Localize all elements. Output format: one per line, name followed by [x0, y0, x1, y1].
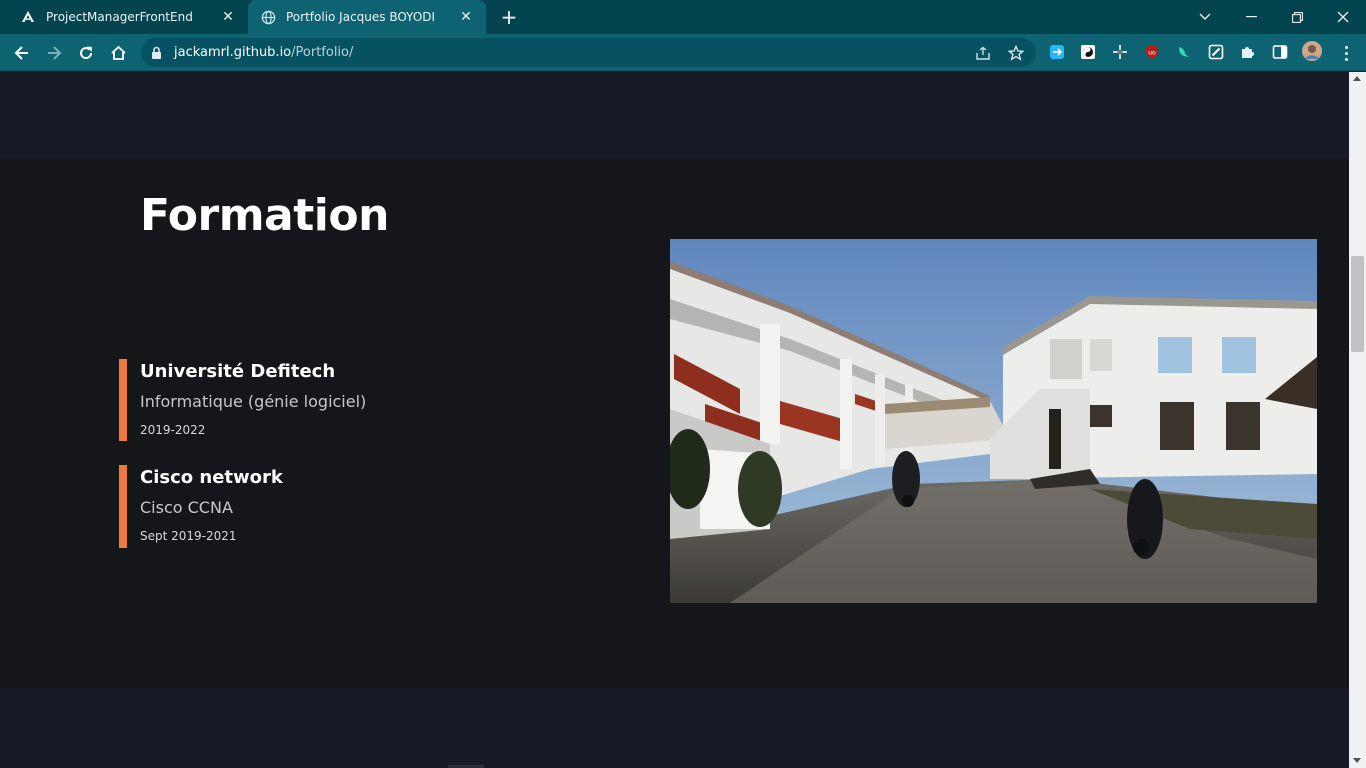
- education-item: Université Defitech Informatique (génie …: [119, 359, 539, 441]
- home-button[interactable]: [104, 39, 132, 67]
- tab-project-manager[interactable]: ProjectManagerFrontEnd ✕: [8, 0, 248, 34]
- reload-button[interactable]: [72, 39, 100, 67]
- school-name: Université Defitech: [140, 361, 336, 382]
- url-host: jackamrl.github.io: [174, 45, 292, 60]
- crosshair-icon[interactable]: [1111, 43, 1129, 61]
- minimize-button[interactable]: [1228, 0, 1274, 34]
- accent-bar: [119, 359, 127, 441]
- angular-icon: [20, 9, 36, 25]
- bird-icon[interactable]: [1175, 43, 1193, 61]
- translate-icon[interactable]: [1048, 43, 1066, 61]
- close-window-button[interactable]: [1320, 0, 1366, 34]
- address-bar[interactable]: jackamrl.github.io/Portfolio/: [141, 38, 1036, 67]
- lock-icon[interactable]: [151, 45, 162, 64]
- browser-menu-icon[interactable]: [1336, 43, 1356, 63]
- forward-button[interactable]: [40, 39, 68, 67]
- browser-toolbar: jackamrl.github.io/Portfolio/ uo: [0, 34, 1366, 71]
- share-icon[interactable]: [974, 44, 992, 62]
- page-scrollbar[interactable]: [1349, 72, 1366, 768]
- close-tab-icon[interactable]: ✕: [458, 9, 474, 25]
- date-range: 2019-2022: [140, 423, 206, 437]
- program-name: Cisco CCNA: [140, 498, 233, 517]
- puzzle-icon[interactable]: [1239, 43, 1257, 61]
- tab-portfolio[interactable]: Portfolio Jacques BOYODI ✕: [248, 0, 486, 34]
- accent-bar: [119, 465, 127, 548]
- tab-search-chevron-icon[interactable]: [1182, 0, 1228, 34]
- svg-text:uo: uo: [1148, 50, 1156, 57]
- scrollbar-thumb[interactable]: [1351, 256, 1364, 352]
- close-tab-icon[interactable]: ✕: [220, 9, 236, 25]
- campus-building-photo: [670, 239, 1317, 603]
- scroll-down-icon[interactable]: [1353, 758, 1361, 763]
- sidepanel-icon[interactable]: [1271, 43, 1289, 61]
- education-item: Cisco network Cisco CCNA Sept 2019-2021: [119, 465, 539, 548]
- page-viewport: Formation Université Defitech Informatiq…: [0, 72, 1349, 768]
- bookmark-star-icon[interactable]: [1007, 44, 1025, 62]
- profile-avatar[interactable]: [1302, 41, 1322, 61]
- url-path: /Portfolio/: [291, 45, 354, 60]
- yinyang-icon[interactable]: [1079, 43, 1097, 61]
- back-button[interactable]: [8, 39, 36, 67]
- scroll-up-icon[interactable]: [1353, 76, 1361, 81]
- tab-title: ProjectManagerFrontEnd: [46, 10, 193, 24]
- globe-icon: [260, 9, 276, 25]
- new-tab-button[interactable]: +: [498, 7, 520, 29]
- url-text: jackamrl.github.io/Portfolio/: [174, 45, 353, 60]
- restore-button[interactable]: [1274, 0, 1320, 34]
- section-heading: Formation: [140, 190, 389, 241]
- note-icon[interactable]: [1207, 43, 1225, 61]
- date-range: Sept 2019-2021: [140, 529, 237, 543]
- school-name: Cisco network: [140, 467, 283, 488]
- tab-title: Portfolio Jacques BOYODI: [286, 10, 436, 24]
- program-name: Informatique (génie logiciel): [140, 392, 367, 411]
- browser-tabstrip: ProjectManagerFrontEnd ✕ Portfolio Jacqu…: [0, 0, 1366, 34]
- ublock-icon[interactable]: uo: [1143, 43, 1161, 61]
